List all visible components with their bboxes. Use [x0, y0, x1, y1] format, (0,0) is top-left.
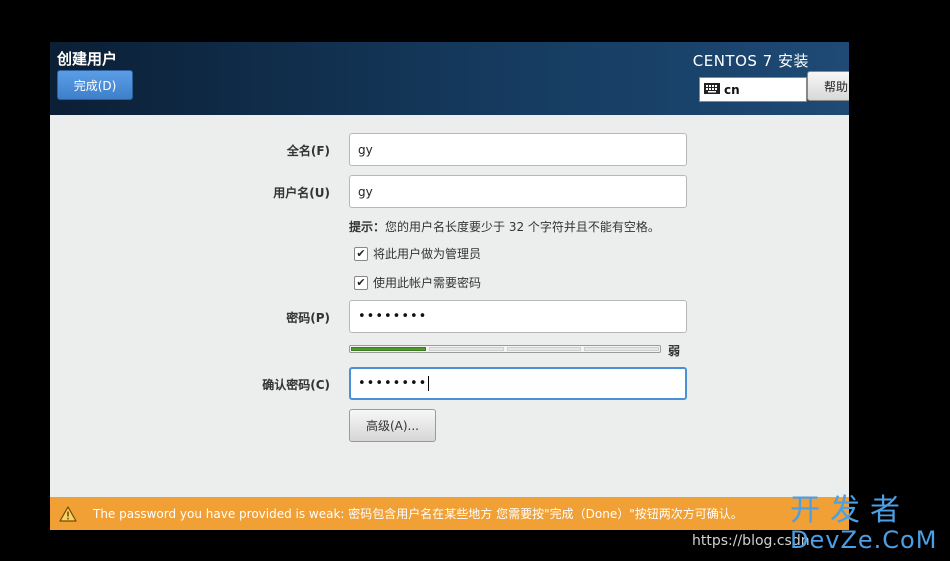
username-label: 用户名(U) — [273, 186, 330, 200]
done-button[interactable]: 完成(D) — [57, 70, 133, 100]
keyboard-icon — [704, 82, 720, 97]
warning-text: The password you have provided is weak: … — [93, 507, 743, 521]
fullname-field[interactable]: gy — [349, 133, 687, 166]
watermark-cn: 开发者 — [790, 493, 910, 528]
require-password-checkbox-row[interactable]: ✔ 使用此帐户需要密码 — [354, 274, 481, 291]
password-strength-meter — [349, 345, 661, 353]
page-title: 创建用户 — [57, 50, 118, 68]
confirm-password-mask: •••••••• — [358, 376, 428, 391]
create-user-window: 创建用户 完成(D) CENTOS 7 安装 cn 帮助 全名(F) gy 用户… — [50, 42, 849, 530]
password-label: 密码(P) — [286, 311, 330, 325]
keyboard-layout-indicator[interactable]: cn — [699, 77, 807, 102]
require-password-checkbox[interactable]: ✔ — [354, 275, 368, 290]
text-caret — [428, 376, 430, 391]
checkmark-icon: ✔ — [356, 247, 366, 260]
advanced-button[interactable]: 高级(A)... — [349, 409, 436, 442]
product-title: CENTOS 7 安装 — [692, 52, 809, 70]
strength-segment — [584, 347, 659, 351]
strength-segment — [351, 347, 426, 351]
admin-checkbox[interactable]: ✔ — [354, 246, 368, 261]
hint-prefix: 提示： — [349, 220, 386, 234]
admin-checkbox-label: 将此用户做为管理员 — [373, 247, 482, 261]
confirm-password-field[interactable]: •••••••• — [349, 367, 687, 400]
warning-icon — [59, 505, 77, 522]
username-value: gy — [358, 184, 373, 199]
admin-checkbox-row[interactable]: ✔ 将此用户做为管理员 — [354, 245, 481, 262]
help-button[interactable]: 帮助 — [807, 71, 849, 101]
confirm-password-label: 确认密码(C) — [262, 378, 330, 392]
watermark-logo: 开发者 DevZe.CoM — [790, 495, 945, 555]
warning-bar[interactable]: The password you have provided is weak: … — [50, 497, 849, 530]
require-password-checkbox-label: 使用此帐户需要密码 — [373, 276, 482, 290]
keyboard-layout-label: cn — [724, 82, 740, 97]
watermark-en: DevZe.CoM — [790, 526, 938, 554]
fullname-value: gy — [358, 142, 373, 157]
hint-text: 您的用户名长度要少于 32 个字符并且不能有空格。 — [385, 220, 660, 234]
username-hint: 提示：您的用户名长度要少于 32 个字符并且不能有空格。 — [349, 218, 660, 235]
fullname-label: 全名(F) — [286, 144, 330, 158]
header-bar: 创建用户 完成(D) CENTOS 7 安装 cn 帮助 — [50, 42, 849, 115]
username-field[interactable]: gy — [349, 175, 687, 208]
strength-segment — [428, 347, 504, 351]
checkmark-icon: ✔ — [356, 276, 366, 289]
password-mask: •••••••• — [358, 309, 428, 324]
password-strength-label: 弱 — [668, 344, 681, 358]
password-field[interactable]: •••••••• — [349, 300, 687, 333]
strength-segment — [506, 347, 582, 351]
